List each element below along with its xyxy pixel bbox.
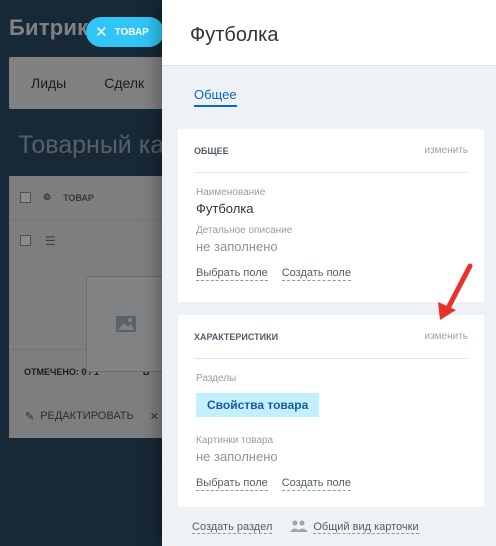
field-value-description: не заполнено — [196, 239, 278, 254]
section-badge[interactable]: Свойства товара — [196, 393, 320, 417]
sections-label: Разделы — [196, 373, 237, 384]
create-field-link[interactable]: Создать поле — [281, 477, 351, 491]
panel-header: Футболка — [162, 0, 496, 66]
general-edit-link[interactable]: изменить — [424, 145, 468, 156]
general-card-title: ОБЩЕЕ — [194, 145, 229, 156]
general-card-header: ОБЩЕЕ изменить — [194, 129, 468, 173]
users-icon — [290, 520, 309, 535]
create-section-link[interactable]: Создать раздел — [192, 521, 273, 534]
select-field-link[interactable]: Выбрать поле — [196, 267, 268, 281]
images-value: не заполнено — [196, 449, 278, 464]
overlay-dim[interactable] — [0, 0, 162, 546]
field-label-description: Детальное описание — [196, 225, 293, 236]
properties-edit-link[interactable]: изменить — [424, 331, 468, 342]
select-field-link[interactable]: Выбрать поле — [196, 477, 268, 491]
card-view-link[interactable]: Общий вид карточки — [313, 521, 419, 534]
annotation-arrow-icon — [438, 263, 473, 320]
field-value-name: Футболка — [196, 201, 254, 216]
panel-footer: Создать раздел Общий вид карточки — [192, 520, 419, 535]
close-icon: ✕ — [95, 24, 108, 41]
properties-card-header: ХАРАКТЕРИСТИКИ изменить — [194, 315, 468, 359]
properties-card: ХАРАКТЕРИСТИКИ изменить Разделы Свойства… — [178, 315, 484, 507]
create-field-link[interactable]: Создать поле — [281, 267, 351, 281]
page-title: Футболка — [190, 24, 279, 46]
images-label: Картинки товара — [196, 435, 274, 446]
tab-general[interactable]: Общее — [194, 87, 237, 107]
field-label-name: Наименование — [196, 187, 266, 198]
properties-card-title: ХАРАКТЕРИСТИКИ — [194, 331, 279, 342]
close-slider-button[interactable]: ✕ ТОВАР — [86, 17, 164, 47]
panel-tabs: Общее — [162, 66, 496, 122]
